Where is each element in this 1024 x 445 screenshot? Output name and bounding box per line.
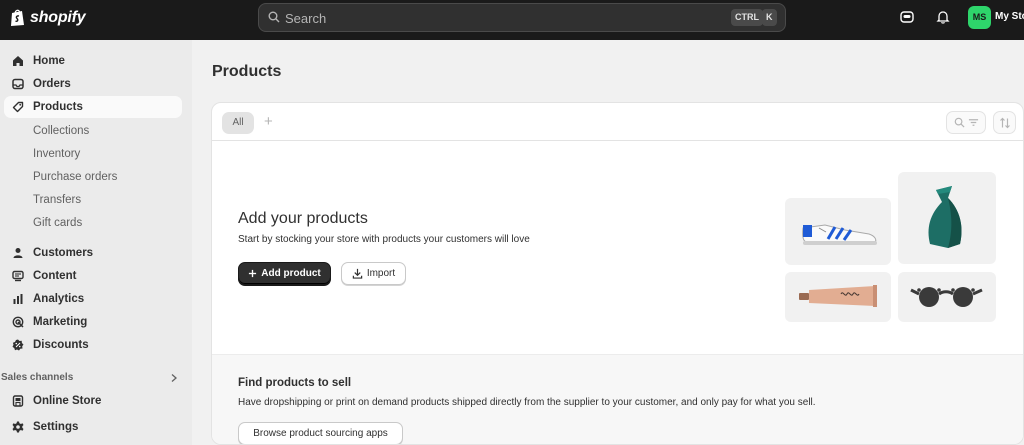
gear-icon [11,420,25,434]
vase-illustration [898,172,996,264]
sidebar-subitem-gift-cards[interactable]: Gift cards [33,217,82,229]
sidebar-subitem-purchase-orders[interactable]: Purchase orders [33,171,117,183]
sidebar-subitem-transfers[interactable]: Transfers [33,194,81,206]
page-title: Products [212,63,282,80]
shopify-bag-icon [11,9,24,26]
tube-illustration [785,272,891,322]
filter-icon [968,119,978,126]
store-icon [11,394,25,408]
content-icon [11,269,25,283]
top-bar: shopify Search CTRL K MS My Store [0,0,1024,40]
search-icon [268,11,280,23]
target-icon [11,315,25,329]
sales-channels-label[interactable]: Sales channels [1,372,73,383]
sidebar-item-online-store[interactable]: Online Store [4,390,182,412]
sneaker-illustration [785,198,891,265]
sidebar-subitem-collections[interactable]: Collections [33,125,89,137]
sidebar-item-content[interactable]: Content [4,265,182,287]
sidebar-item-label: Products [33,101,83,113]
empty-state-description: Start by stocking your store with produc… [238,234,530,245]
shortcut-k-key: K [762,9,777,26]
import-button[interactable]: Import [341,262,406,285]
sort-button[interactable] [993,111,1016,134]
search-icon [954,117,965,128]
home-icon [11,54,25,68]
sidebar-item-label: Home [33,55,65,67]
sidebar-item-settings[interactable]: Settings [4,416,182,438]
sidebar-item-home[interactable]: Home [4,50,182,72]
plus-icon [249,269,257,278]
sidebar-item-label: Analytics [33,293,85,305]
avatar[interactable]: MS [968,6,991,29]
sidebar-item-orders[interactable]: Orders [4,73,182,95]
tab-all[interactable]: All [222,112,254,134]
browse-sourcing-apps-button[interactable]: Browse product sourcing apps [238,422,403,444]
find-products-title: Find products to sell [238,377,352,389]
add-product-button[interactable]: Add product [238,262,331,285]
sidebar-item-label: Marketing [33,316,88,328]
empty-state-heading: Add your products [238,210,368,227]
search-input[interactable]: Search CTRL K [258,3,786,32]
sidebar-subitem-inventory[interactable]: Inventory [33,148,80,160]
import-label: Import [366,268,396,279]
sunglasses-illustration [898,272,996,322]
chevron-right-icon[interactable] [170,373,178,383]
sidebar-item-label: Online Store [33,395,102,407]
download-icon [352,268,363,279]
add-product-label: Add product [261,268,321,279]
sidebar-item-label: Orders [33,78,71,90]
sidebar-item-label: Customers [33,247,94,259]
logo-text: shopify [30,8,86,26]
inbox-icon [11,77,25,91]
find-products-description: Have dropshipping or print on demand pro… [238,397,816,408]
shortcut-ctrl-key: CTRL [731,9,763,26]
sidebar: Home Orders Products Collections Invento… [0,40,192,445]
discount-icon [11,338,25,352]
person-icon [11,246,25,260]
sidebar-item-label: Content [33,270,77,282]
sidebar-item-customers[interactable]: Customers [4,242,182,264]
sidebar-item-marketing[interactable]: Marketing [4,311,182,333]
search-filter-button[interactable] [946,111,986,134]
search-placeholder: Search [285,11,327,26]
sidebar-item-label: Settings [33,421,79,433]
shopify-logo[interactable]: shopify [10,8,86,27]
products-card: All + Add your products Start by stockin… [211,102,1024,445]
sort-icon [999,117,1010,128]
bell-icon[interactable] [936,10,950,24]
sidebar-item-discounts[interactable]: Discounts [4,334,182,356]
tag-icon [11,100,25,114]
find-products-section: Find products to sell Have dropshipping … [212,354,1023,444]
bar-chart-icon [11,292,25,306]
view-tabs: All + [212,103,1023,141]
sidekick-icon[interactable] [900,10,914,24]
store-name[interactable]: My Store [995,11,1024,22]
sidebar-item-analytics[interactable]: Analytics [4,288,182,310]
add-view-button[interactable]: + [264,113,273,130]
sidebar-item-label: Discounts [33,339,89,351]
sidebar-item-products[interactable]: Products [4,96,182,118]
